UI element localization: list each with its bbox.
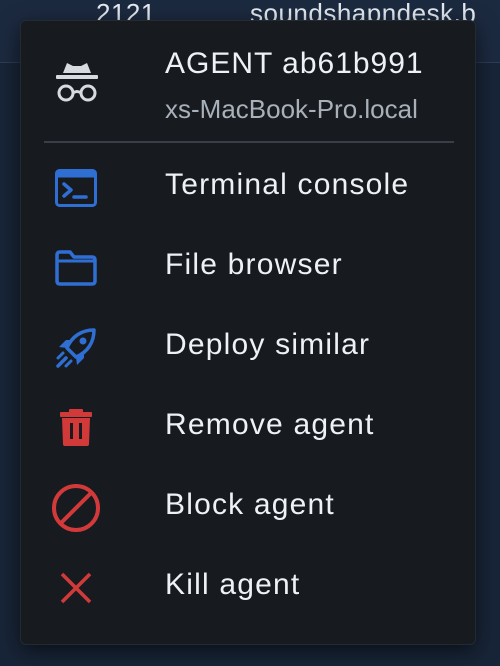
menu-item-remove-agent[interactable]: Remove agent: [21, 388, 475, 468]
menu-item-label: Terminal console: [165, 168, 410, 201]
agent-title: AGENT ab61b991: [165, 47, 424, 80]
menu-item-terminal-console[interactable]: Terminal console: [21, 148, 475, 228]
folder-icon: [51, 246, 101, 290]
incognito-icon: [55, 63, 99, 103]
page: 2121 soundshapndesk.b AGENT ab61b991 xs-…: [0, 0, 500, 666]
terminal-icon: [51, 166, 101, 210]
menu-header: AGENT ab61b991 xs-MacBook-Pro.local: [21, 21, 475, 142]
agent-hostname: xs-MacBook-Pro.local: [165, 94, 418, 124]
close-icon: [51, 566, 101, 610]
menu-item-block-agent[interactable]: Block agent: [21, 468, 475, 548]
agent-context-menu: AGENT ab61b991 xs-MacBook-Pro.local Term…: [20, 20, 476, 645]
menu-item-label: Deploy similar: [165, 328, 371, 361]
ban-icon: [51, 484, 101, 532]
menu-item-label: Block agent: [165, 488, 335, 521]
menu-item-file-browser[interactable]: File browser: [21, 228, 475, 308]
rocket-icon: [51, 326, 101, 370]
menu-item-label: Kill agent: [165, 568, 301, 601]
menu-item-kill-agent[interactable]: Kill agent: [21, 548, 475, 628]
menu-item-label: File browser: [165, 248, 343, 281]
trash-icon: [51, 406, 101, 450]
menu-item-label: Remove agent: [165, 408, 375, 441]
menu-divider: [44, 141, 454, 143]
menu-item-deploy-similar[interactable]: Deploy similar: [21, 308, 475, 388]
